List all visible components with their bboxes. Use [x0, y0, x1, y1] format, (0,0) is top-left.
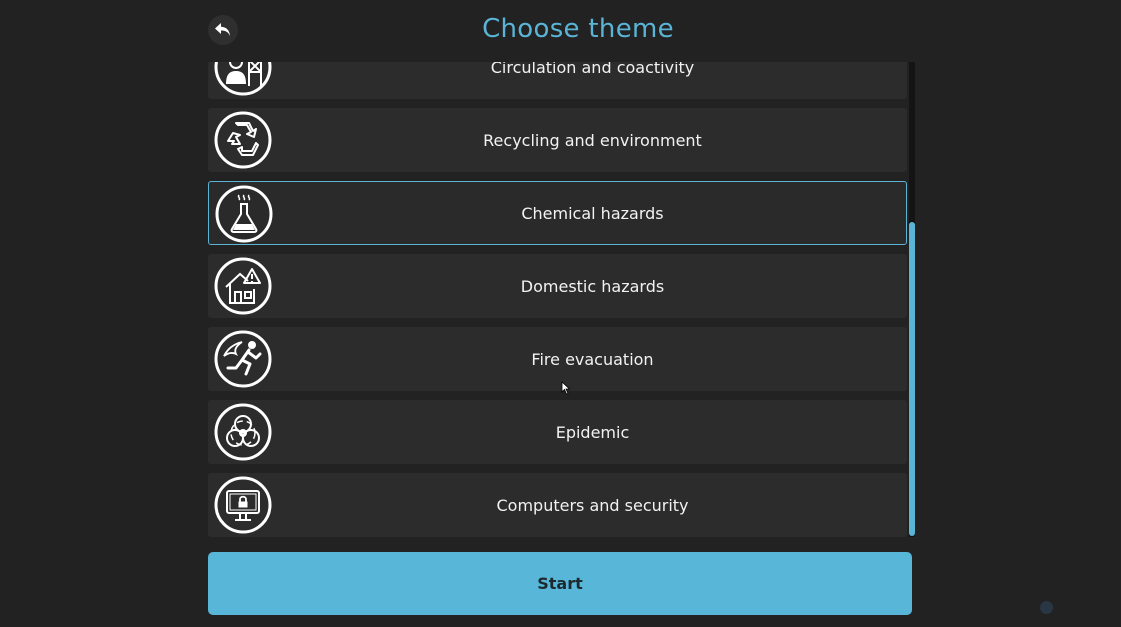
theme-item-label: Computers and security — [496, 495, 689, 515]
scrollbar-track[interactable] — [909, 62, 915, 537]
recycle-icon — [214, 111, 272, 169]
worker-scaffold-icon — [214, 62, 272, 96]
biohazard-icon — [214, 403, 272, 461]
theme-item-epidemic[interactable]: Epidemic — [208, 400, 907, 464]
watermark-logo — [1040, 601, 1053, 614]
watermark-logo-icon — [1040, 601, 1053, 614]
flask-icon — [215, 185, 273, 243]
theme-item-label: Circulation and coactivity — [490, 62, 695, 77]
house-warning-icon — [214, 257, 272, 315]
page-title: Choose theme — [482, 14, 674, 44]
computer-lock-icon — [214, 476, 272, 534]
theme-item-label: Domestic hazards — [520, 276, 665, 296]
theme-item-computers[interactable]: Computers and security — [208, 473, 907, 537]
theme-item-domestic[interactable]: Domestic hazards — [208, 254, 907, 318]
running-fire-icon — [214, 330, 272, 388]
theme-item-label: Chemical hazards — [521, 203, 664, 223]
scrollbar-thumb[interactable] — [909, 222, 915, 536]
mouse-cursor-icon — [561, 381, 571, 395]
theme-item-recycling[interactable]: Recycling and environment — [208, 108, 907, 172]
start-button[interactable]: Start — [208, 552, 912, 615]
theme-item-circulation[interactable]: Circulation and coactivity — [208, 62, 907, 99]
app-root: Choose theme Circulation and coactivity — [0, 0, 1121, 627]
theme-item-label: Epidemic — [555, 422, 630, 442]
theme-item-label: Recycling and environment — [483, 130, 702, 150]
theme-item-fire[interactable]: Fire evacuation — [208, 327, 907, 391]
theme-list: Circulation and coactivity Recycling and… — [208, 62, 908, 537]
theme-list-viewport: Circulation and coactivity Recycling and… — [208, 62, 918, 537]
theme-item-chemical[interactable]: Chemical hazards — [208, 181, 907, 245]
theme-item-label: Fire evacuation — [531, 349, 654, 369]
